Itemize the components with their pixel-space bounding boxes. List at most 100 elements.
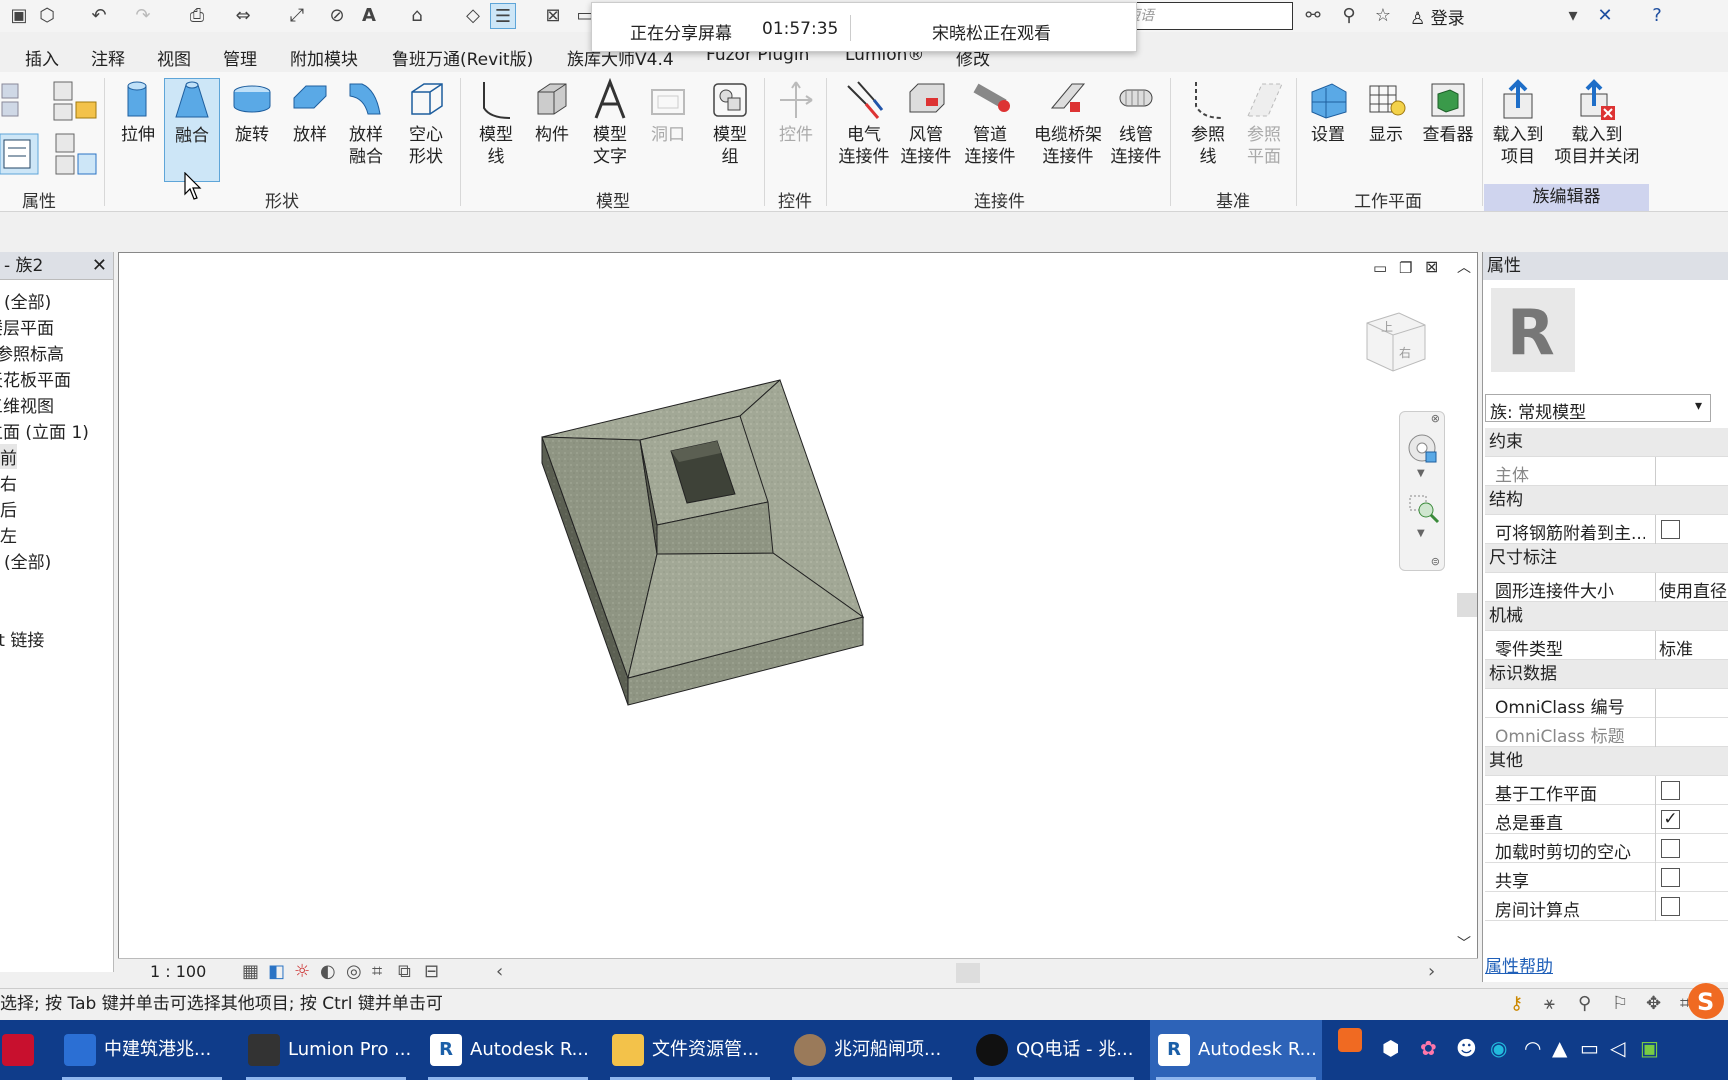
browser-item[interactable]: 左 <box>0 522 17 547</box>
tab-manage[interactable]: 管理 <box>223 45 257 70</box>
section-mechanical[interactable]: 机械 <box>1485 602 1728 631</box>
section-other[interactable]: 其他 <box>1485 747 1728 776</box>
component-button[interactable]: 构件 <box>524 78 580 146</box>
reference-line-button[interactable]: 参照 线 <box>1180 78 1236 168</box>
tab-insert[interactable]: 插入 <box>25 45 59 70</box>
load-into-project-button[interactable]: 载入到 项目 <box>1488 78 1548 168</box>
dimension-icon[interactable]: ⤢ <box>284 3 310 29</box>
model-text-button[interactable]: 模型 文字 <box>582 78 638 168</box>
tray-a-icon[interactable]: ▲ <box>1552 1036 1567 1060</box>
family-types-icon[interactable] <box>0 80 40 120</box>
prop-value[interactable]: 使用直径 <box>1659 577 1727 602</box>
qq-tray-icon[interactable]: ☻ <box>1456 1036 1477 1060</box>
browser-item[interactable]: 三维视图 <box>0 392 54 417</box>
open-icon[interactable]: ▣ <box>6 3 32 29</box>
set-workplane-button[interactable]: 设置 <box>1300 78 1356 146</box>
browser-item[interactable]: (全部) <box>4 548 51 573</box>
scroll-left-icon[interactable]: ‹ <box>496 961 503 982</box>
prop-row-omniclass-number[interactable]: OmniClass 编号 <box>1485 689 1728 718</box>
reference-plane-button[interactable]: 参照 平面 <box>1236 78 1292 168</box>
horizontal-scroll-thumb[interactable] <box>956 963 980 983</box>
tag-icon[interactable]: ⊘ <box>324 3 350 29</box>
prop-row-workplane-based[interactable]: 基于工作平面 <box>1485 776 1728 805</box>
section-identity[interactable]: 标识数据 <box>1485 660 1728 689</box>
properties-icon[interactable] <box>0 132 40 176</box>
extrude-button[interactable]: 拉伸 <box>110 78 166 146</box>
show-crop-icon[interactable]: ⧉ <box>398 961 411 982</box>
prop-value[interactable]: 标准 <box>1659 635 1693 660</box>
prop-row-connector-size[interactable]: 圆形连接件大小 使用直径 <box>1485 573 1728 602</box>
browser-item-selected[interactable]: 前 <box>0 444 17 469</box>
void-forms-button[interactable]: 空心 形状 <box>398 78 454 168</box>
taskbar-item-wps[interactable]: 中建筑港兆... <box>56 1020 228 1080</box>
viewer-button[interactable]: 查看器 <box>1420 78 1476 146</box>
wifi-icon[interactable]: ◠ <box>1524 1036 1541 1060</box>
box-tray-icon[interactable]: ⬢ <box>1382 1036 1399 1060</box>
model-group-button[interactable]: 模型 组 <box>702 78 758 168</box>
browser-item[interactable]: 右 <box>0 470 17 495</box>
family-type-selector[interactable]: 族: 常规模型 ▾ <box>1485 394 1711 423</box>
face-select-icon[interactable]: ⚐ <box>1612 989 1628 1019</box>
show-workplane-button[interactable]: 显示 <box>1358 78 1414 146</box>
duct-connector-button[interactable]: 风管 连接件 <box>898 78 954 168</box>
crop-view-icon[interactable]: ⌗ <box>372 961 382 982</box>
redo-icon[interactable]: ↷ <box>130 3 156 29</box>
measure-icon[interactable]: ⇔ <box>230 3 256 29</box>
checkbox-checked[interactable]: ✓ <box>1661 810 1680 829</box>
tab-view[interactable]: 视图 <box>157 45 191 70</box>
swept-blend-button[interactable]: 放样 融合 <box>338 78 394 168</box>
prop-row-room-calc-point[interactable]: 房间计算点 <box>1485 892 1728 921</box>
3d-view-icon[interactable]: ⌂ <box>404 3 430 29</box>
tab-luban[interactable]: 鲁班万通(Revit版) <box>392 45 533 70</box>
sogou-ime-icon[interactable]: S <box>1686 981 1726 1021</box>
link-icon[interactable]: ⚷ <box>1510 989 1523 1019</box>
scroll-up-icon[interactable]: ︿ <box>1457 257 1471 277</box>
family-category-icon[interactable] <box>48 80 98 124</box>
browser-item[interactable]: 立面 (立面 1) <box>0 418 89 443</box>
favorites-star-icon[interactable]: ☆ <box>1370 3 1396 29</box>
electrical-connector-button[interactable]: 电气 连接件 <box>836 78 892 168</box>
3d-model[interactable] <box>119 253 1449 953</box>
view-scale[interactable]: 1 : 100 <box>150 962 206 981</box>
checkbox[interactable] <box>1661 897 1680 916</box>
model-line-button[interactable]: 模型 线 <box>468 78 524 168</box>
undo-icon[interactable]: ↶ <box>86 3 112 29</box>
checkbox[interactable] <box>1661 520 1680 539</box>
print-icon[interactable]: ⎙ <box>184 3 210 29</box>
prop-row-shared[interactable]: 共享 <box>1485 863 1728 892</box>
browser-item[interactable]: 天花板平面 <box>0 366 71 391</box>
vertical-scroll-thumb[interactable] <box>1457 593 1477 617</box>
section-dimensions[interactable]: 尺寸标注 <box>1485 544 1728 573</box>
temp-hide-icon[interactable]: ⊟ <box>424 961 439 982</box>
sogou-tray-icon[interactable] <box>1338 1028 1362 1052</box>
blend-button[interactable]: 融合 <box>164 78 220 182</box>
text-icon[interactable]: A <box>356 3 382 29</box>
drag-icon[interactable]: ✥ <box>1646 989 1661 1019</box>
taskbar-item-autodesk-1[interactable]: R Autodesk R... <box>422 1020 594 1080</box>
binoculars-icon[interactable]: ⚯ <box>1300 3 1326 29</box>
underlay-icon[interactable]: ⚹ <box>1544 989 1555 1019</box>
nvidia-icon[interactable]: ▣ <box>1640 1036 1659 1060</box>
tab-annotate[interactable]: 注释 <box>91 45 125 70</box>
taskbar-item-autodesk-2[interactable]: R Autodesk R... <box>1150 1020 1322 1080</box>
flower-tray-icon[interactable]: ✿ <box>1420 1036 1437 1060</box>
dropdown-arrow-icon[interactable]: ▾ <box>1560 3 1586 29</box>
revolve-button[interactable]: 旋转 <box>224 78 280 146</box>
prop-row-cut-void[interactable]: 加载时剪切的空心 <box>1485 834 1728 863</box>
close-hidden-icon[interactable]: ⊠ <box>540 3 566 29</box>
battery-icon[interactable]: ▭ <box>1580 1036 1599 1060</box>
conduit-connector-button[interactable]: 线管 连接件 <box>1108 78 1164 168</box>
sweep-button[interactable]: 放样 <box>282 78 338 146</box>
load-and-close-button[interactable]: 载入到 项目并关闭 <box>1550 78 1644 168</box>
detail-level-icon[interactable]: ▦ <box>242 961 259 982</box>
tab-addins[interactable]: 附加模块 <box>290 45 358 70</box>
login-button[interactable]: ♙ 登录 <box>1410 4 1465 29</box>
prop-row-always-vertical[interactable]: 总是垂直 ✓ <box>1485 805 1728 834</box>
taskbar-item-wechat-group[interactable]: 兆河船闸项... <box>786 1020 958 1080</box>
checkbox[interactable] <box>1661 781 1680 800</box>
pinned-icon[interactable]: ⚲ <box>1578 989 1591 1019</box>
checkbox[interactable] <box>1661 839 1680 858</box>
taskbar-item-acrobat[interactable] <box>0 1020 50 1080</box>
control-button[interactable]: 控件 <box>768 78 824 146</box>
browser-item[interactable]: 后 <box>0 496 17 521</box>
